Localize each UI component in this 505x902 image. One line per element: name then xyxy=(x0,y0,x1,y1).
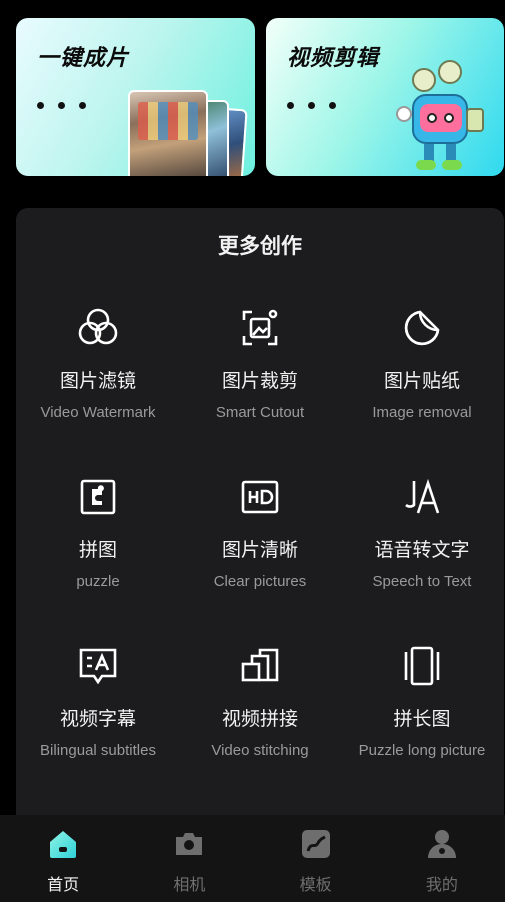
tab-template[interactable]: 模板 xyxy=(253,815,379,902)
tool-label: 视频字幕 xyxy=(59,708,136,730)
profile-icon xyxy=(425,827,459,861)
video-stitch-icon xyxy=(238,644,282,688)
tool-long-picture[interactable]: 拼长图 Puzzle long picture xyxy=(341,644,503,759)
camera-icon xyxy=(172,827,206,861)
tool-sublabel: Speech to Text xyxy=(372,573,472,590)
tool-label: 图片裁剪 xyxy=(221,370,298,392)
long-picture-icon xyxy=(400,644,444,688)
more-creation-panel: 更多创作 图片滤镜 Video Watermark 图片裁剪 Smart Cut… xyxy=(16,208,504,818)
tool-image-filter[interactable]: 图片滤镜 Video Watermark xyxy=(17,306,179,421)
tool-sublabel: Video stitching xyxy=(211,742,309,759)
tool-label: 图片清晰 xyxy=(221,539,298,561)
tool-sublabel: Clear pictures xyxy=(213,573,307,590)
tool-label: 拼长图 xyxy=(393,708,451,730)
banner-dots xyxy=(37,102,86,109)
tool-sublabel: Bilingual subtitles xyxy=(40,742,156,759)
tool-sublabel: Image removal xyxy=(372,404,472,421)
photo-collage-image xyxy=(128,88,255,176)
tool-speech-to-text[interactable]: 语音转文字 Speech to Text xyxy=(341,475,503,590)
hd-icon xyxy=(238,475,282,519)
video-edit-banner[interactable]: 视频剪辑 xyxy=(266,18,504,176)
tool-sublabel: puzzle xyxy=(76,573,120,590)
tool-video-stitching[interactable]: 视频拼接 Video stitching xyxy=(179,644,341,759)
home-icon xyxy=(46,827,80,861)
tool-sublabel: Smart Cutout xyxy=(215,404,305,421)
section-title: 更多创作 xyxy=(218,234,302,258)
bottom-tab-bar: 首页 相机 模板 我的 xyxy=(0,815,505,902)
tool-image-clear[interactable]: 图片清晰 Clear pictures xyxy=(179,475,341,590)
tool-image-sticker[interactable]: 图片贴纸 Image removal xyxy=(341,306,503,421)
puzzle-piece-icon xyxy=(76,475,120,519)
tab-camera[interactable]: 相机 xyxy=(126,815,252,902)
banner-dots xyxy=(287,102,336,109)
template-icon xyxy=(299,827,333,861)
banner-title: 视频剪辑 xyxy=(287,46,380,71)
camera-mascot-image xyxy=(394,60,490,172)
crop-image-icon xyxy=(238,306,282,350)
tab-label: 相机 xyxy=(173,875,206,894)
tool-sublabel: Video Watermark xyxy=(40,404,156,421)
tab-profile[interactable]: 我的 xyxy=(379,815,505,902)
tool-label: 图片滤镜 xyxy=(59,370,136,392)
tab-label: 我的 xyxy=(425,875,458,894)
tab-label: 模板 xyxy=(299,875,332,894)
speech-to-text-icon xyxy=(400,475,444,519)
tab-home[interactable]: 首页 xyxy=(0,815,126,902)
tool-label: 语音转文字 xyxy=(374,539,470,561)
one-click-video-banner[interactable]: 一键成片 xyxy=(16,18,255,176)
tool-sublabel: Puzzle long picture xyxy=(358,742,486,759)
filter-circles-icon xyxy=(76,306,120,350)
tool-label: 图片贴纸 xyxy=(383,370,460,392)
tool-image-crop[interactable]: 图片裁剪 Smart Cutout xyxy=(179,306,341,421)
tool-video-subtitles[interactable]: 视频字幕 Bilingual subtitles xyxy=(17,644,179,759)
tool-label: 拼图 xyxy=(78,539,117,561)
tool-puzzle[interactable]: 拼图 puzzle xyxy=(17,475,179,590)
tab-label: 首页 xyxy=(47,875,80,894)
subtitle-icon xyxy=(76,644,120,688)
tool-label: 视频拼接 xyxy=(221,708,298,730)
sticker-icon xyxy=(400,306,444,350)
banner-title: 一键成片 xyxy=(37,46,130,71)
